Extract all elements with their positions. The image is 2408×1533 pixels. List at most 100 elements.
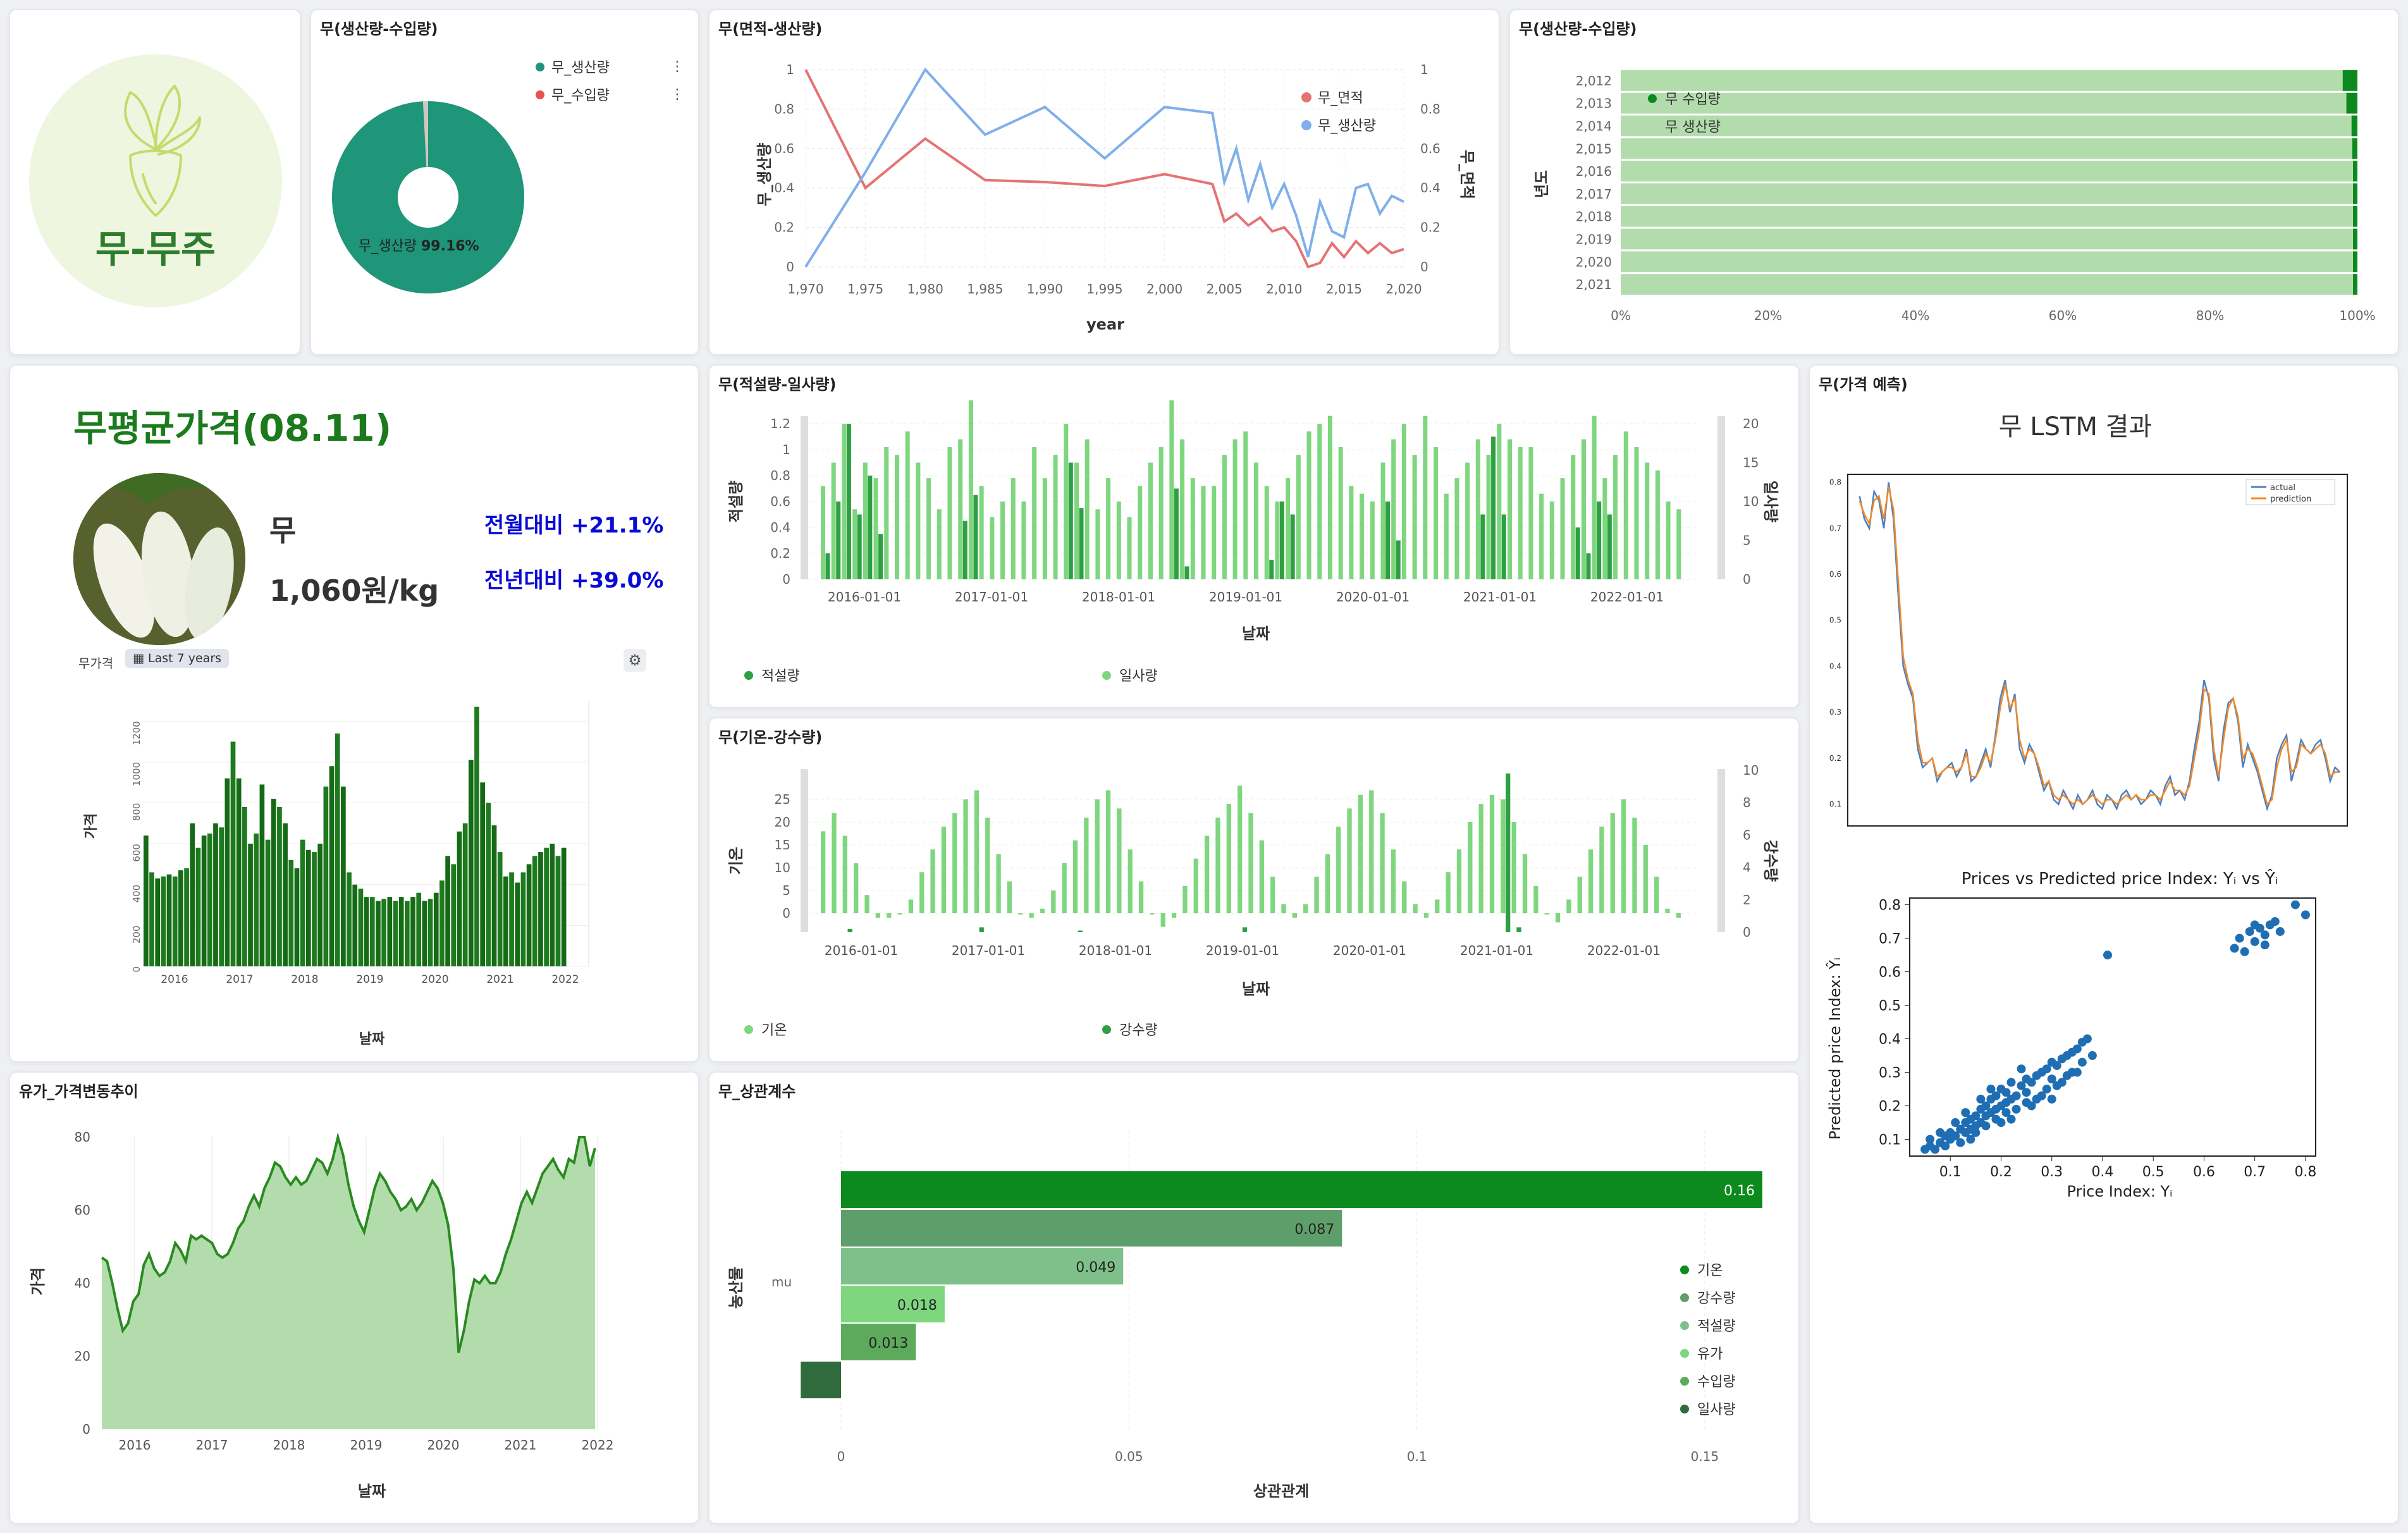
insolation-bar — [1518, 446, 1523, 579]
x-tick-label: 0.4 — [2091, 1164, 2113, 1180]
temperature-bar — [875, 913, 880, 918]
temperature-bar — [1478, 804, 1484, 913]
price-bar — [538, 852, 543, 966]
corr-legend-marker — [1680, 1349, 1689, 1358]
temperature-bar — [1555, 913, 1561, 923]
temperature-bar — [985, 817, 990, 913]
scatter-point — [2077, 1057, 2087, 1067]
gear-icon[interactable]: ⚙ — [624, 649, 646, 672]
time-filter-chip[interactable]: ▦ Last 7 years — [125, 649, 230, 668]
y-tick-label-right: 0.2 — [1420, 220, 1440, 235]
y-tick-label: 0.5 — [1879, 999, 1901, 1014]
price-bar-chart: 가격 날짜 0 200 400 600 800 1000 1200 2016 2017 2018 2… — [83, 701, 589, 1047]
temperature-bar — [1040, 908, 1045, 913]
scatter-point — [2082, 1034, 2092, 1044]
corr-bar-label: 0.16 — [1724, 1183, 1755, 1199]
x-tick-label: 0 — [837, 1449, 845, 1464]
x-tick-label: 0.8 — [2294, 1164, 2316, 1180]
temperature-bar — [1566, 899, 1571, 913]
pie-legend-more-icon[interactable]: ⋮ — [670, 87, 684, 102]
x-tick-label: 0% — [1611, 308, 1631, 323]
insolation-bar — [1201, 486, 1206, 579]
price-bar — [254, 834, 259, 966]
insolation-bar — [1549, 502, 1554, 579]
price-bars-ylabel: 가격 — [83, 813, 99, 839]
logo-panel: 무-무주 — [9, 9, 301, 355]
temperature-bar — [930, 849, 935, 913]
x-tick-label: 0.5 — [2142, 1164, 2165, 1180]
stack-bar-import — [2353, 161, 2357, 182]
y-tick-label-left: 0 — [782, 572, 790, 587]
insolation-bar — [1623, 431, 1628, 579]
temp-legend-label-0: 기온 — [761, 1023, 787, 1038]
y-tick-label: 0.8 — [1879, 898, 1901, 914]
corr-legend-marker — [1680, 1377, 1689, 1386]
price-card-title: 무평균가격(08.11) — [73, 407, 392, 450]
oil-xlabel: 날짜 — [358, 1482, 386, 1500]
insolation-bar — [1412, 455, 1417, 579]
temperature-bar — [1577, 877, 1582, 913]
scroll-bar-right — [1717, 416, 1725, 579]
corr-legend-label: 적설량 — [1697, 1319, 1736, 1334]
y-tick-label-left: 0.4 — [774, 180, 794, 195]
temp-title: 무(기온-강수량) — [718, 729, 823, 746]
y-tick-label: 60 — [75, 1203, 90, 1218]
stack-title: 무(생산량-수입량) — [1519, 20, 1637, 38]
price-bar — [329, 766, 335, 966]
x-tick-label: 2022-01-01 — [1590, 589, 1664, 605]
precip-bar — [1078, 930, 1083, 932]
scatter-point — [1951, 1118, 1960, 1128]
stack-bar-import — [2353, 183, 2357, 204]
temperature-bar — [908, 899, 914, 913]
insolation-bar — [1106, 478, 1111, 579]
price-panel: 무평균가격(08.11) 무 1,060원/kg 전월대비 +21.1% 전년대… — [9, 364, 699, 1062]
price-bar — [555, 856, 561, 966]
scatter-point — [2250, 920, 2259, 930]
insolation-bar — [1021, 502, 1026, 579]
stack-bar-prod — [1621, 228, 2354, 250]
temperature-bar — [996, 854, 1001, 913]
pie-legend-more-icon[interactable]: ⋮ — [670, 59, 684, 75]
calendar-icon: ▦ — [133, 651, 144, 665]
x-tick-label: 2017 — [196, 1438, 228, 1453]
y-tick-label: 0.3 — [1879, 1066, 1901, 1081]
scatter-point — [2067, 1068, 2077, 1077]
price-bar — [410, 897, 415, 966]
temperature-bar — [1292, 913, 1297, 918]
x-tick-label: 0.1 — [1939, 1164, 1962, 1180]
stack-bar-import — [2353, 274, 2357, 295]
price-bar — [451, 864, 457, 966]
insolation-bar — [1232, 439, 1238, 579]
y-tick-label: 0.6 — [1879, 965, 1901, 981]
price-bar — [532, 856, 538, 966]
temperature-bar — [1347, 808, 1352, 913]
corr-bar-label: 0.013 — [868, 1336, 908, 1351]
x-tick-label: 2016-01-01 — [825, 943, 898, 958]
temperature-bar — [1215, 817, 1220, 913]
x-tick-label: 0.6 — [2193, 1164, 2215, 1180]
scatter-point — [2260, 940, 2270, 950]
x-tick-label: 2019 — [350, 1438, 383, 1453]
insolation-bar — [1349, 486, 1354, 579]
snow-bar — [825, 553, 830, 579]
precip-bar — [1505, 773, 1511, 932]
insolation-bar — [1560, 478, 1565, 579]
insolation-bar — [1327, 416, 1332, 579]
pie-chart: 무_생산량 ⋮ 무_수입량 ⋮ 무_생산량 99.16% — [331, 59, 684, 294]
price-bar — [474, 706, 479, 966]
x-tick-label: 2020 — [421, 973, 448, 986]
price-bar — [526, 864, 532, 966]
y-tick-label: 0.2 — [1829, 754, 1841, 763]
temperature-bar — [1468, 822, 1473, 913]
price-bar — [161, 876, 166, 966]
temp-xlabel: 날짜 — [1242, 980, 1270, 998]
temperature-bar — [952, 813, 957, 913]
y-tick-label-left: 5 — [782, 883, 790, 898]
insolation-bar — [1116, 502, 1121, 579]
snow-legend-marker-0 — [744, 671, 753, 680]
y-tick-label-left: 0.8 — [770, 468, 790, 483]
price-bar — [561, 847, 567, 966]
snow-bar — [1597, 502, 1602, 579]
snow-bar — [962, 520, 968, 579]
temperature-bar — [1105, 790, 1111, 913]
